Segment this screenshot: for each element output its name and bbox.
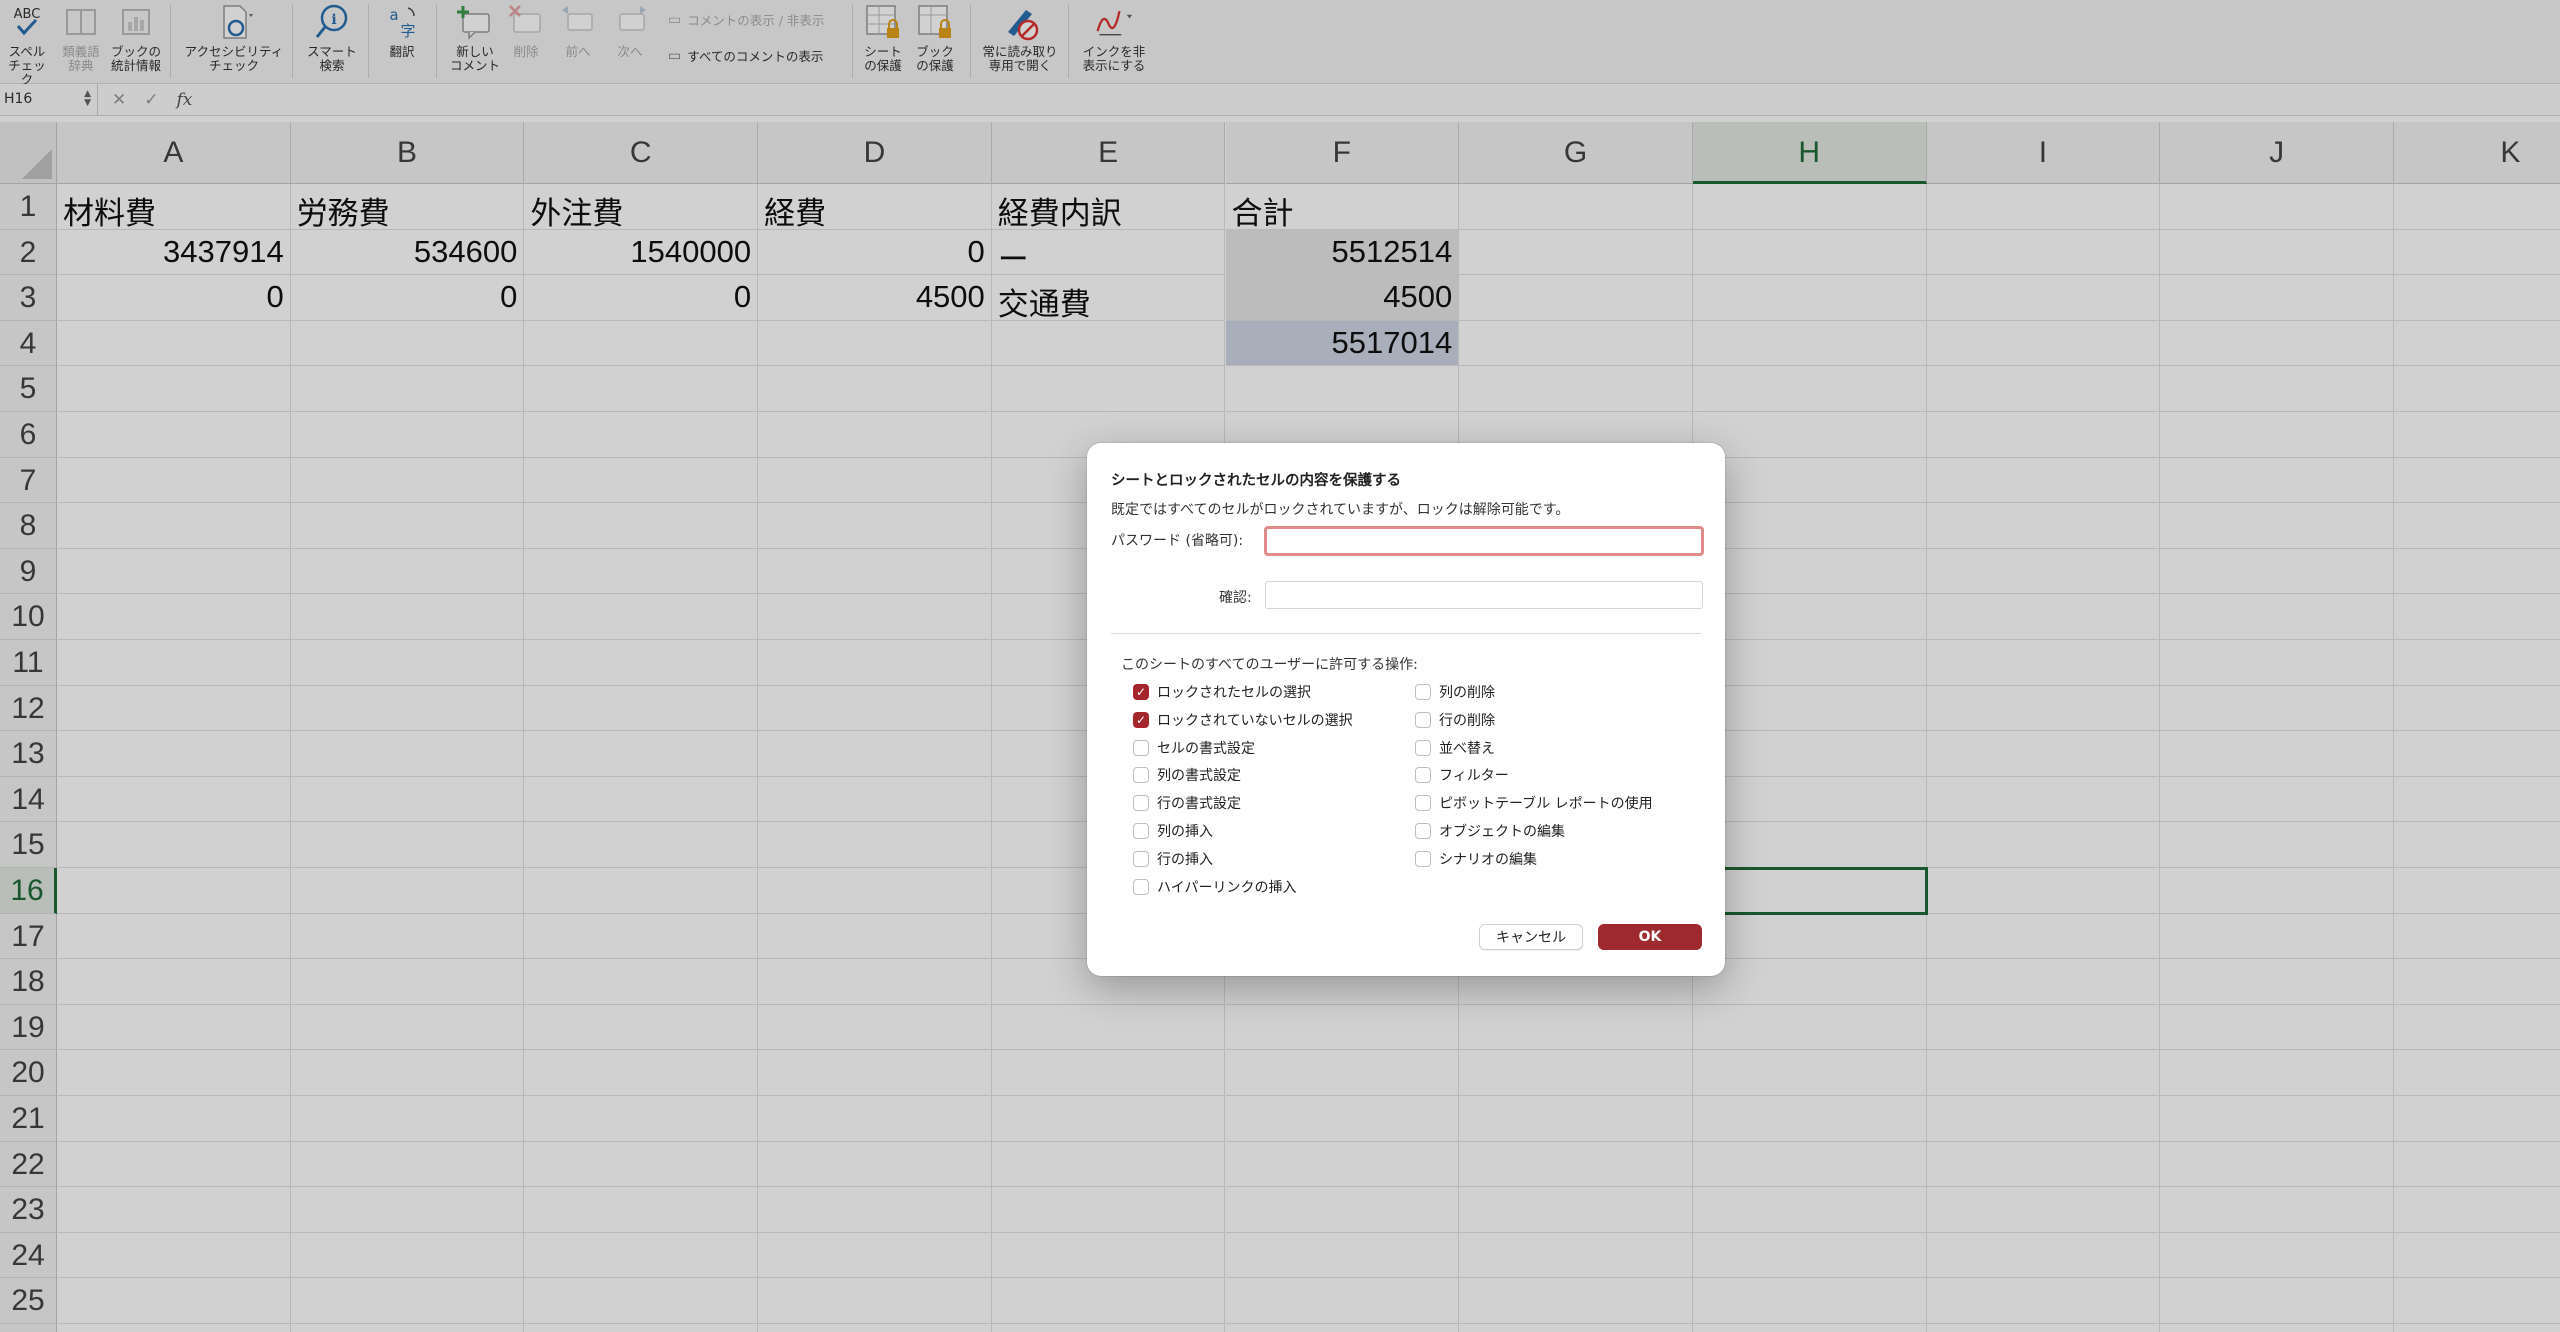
permission-option-label: ピボットテーブル レポートの使用 [1439, 796, 1653, 813]
permission-option-label: 並べ替え [1439, 740, 1495, 757]
permission-option[interactable]: ハイパーリンクの挿入 [1133, 877, 1296, 897]
permission-option-label: シナリオの編集 [1439, 851, 1537, 868]
permission-option[interactable]: オブジェクトの編集 [1415, 821, 1565, 841]
password-label: パスワード (省略可): [1111, 533, 1244, 549]
dialog-description: 既定ではすべてのセルがロックされていますが、ロックは解除可能です。 [1111, 502, 1570, 518]
permission-option-label: フィルター [1439, 768, 1509, 785]
permission-option-label: ハイパーリンクの挿入 [1157, 879, 1297, 896]
checkbox-unchecked-icon[interactable] [1133, 823, 1149, 839]
permission-option-label: ロックされたセルの選択 [1157, 685, 1311, 701]
permission-option-label: セルの書式設定 [1157, 740, 1255, 757]
checkbox-unchecked-icon[interactable] [1133, 795, 1149, 812]
permission-option-label: オブジェクトの編集 [1439, 824, 1565, 840]
permission-option-label: ロックされていないセルの選択 [1157, 712, 1353, 729]
checkbox-unchecked-icon[interactable] [1415, 823, 1431, 839]
password-field[interactable] [1264, 526, 1704, 556]
permission-option[interactable]: セルの書式設定 [1133, 738, 1255, 758]
checkbox-unchecked-icon[interactable] [1415, 767, 1431, 784]
dialog-title: シートとロックされたセルの内容を保護する [1111, 473, 1401, 489]
permission-option-label: 列の書式設定 [1157, 768, 1241, 785]
checkbox-unchecked-icon[interactable] [1133, 850, 1149, 867]
checkbox-unchecked-icon[interactable] [1415, 739, 1431, 756]
checkbox-unchecked-icon[interactable] [1415, 711, 1431, 728]
checkbox-unchecked-icon[interactable] [1133, 739, 1149, 756]
checkbox-unchecked-icon[interactable] [1133, 767, 1149, 784]
dialog-divider [1111, 633, 1701, 634]
confirm-label: 確認: [1219, 590, 1252, 606]
ok-button[interactable]: OK [1598, 924, 1702, 950]
checkbox-unchecked-icon[interactable] [1415, 795, 1431, 812]
permission-option[interactable]: ピボットテーブル レポートの使用 [1415, 793, 1653, 813]
permission-option[interactable]: ✓ ロックされたセルの選択 [1133, 682, 1311, 702]
permission-option-label: 行の削除 [1439, 712, 1495, 729]
checkbox-unchecked-icon[interactable] [1133, 878, 1149, 895]
permissions-label: このシートのすべてのユーザーに許可する操作: [1121, 657, 1418, 673]
checkbox-checked-icon[interactable]: ✓ [1133, 684, 1149, 700]
permission-option[interactable]: 列の挿入 [1133, 821, 1213, 841]
permission-option-label: 列の挿入 [1157, 824, 1213, 840]
permission-option[interactable]: ✓ ロックされていないセルの選択 [1133, 710, 1353, 730]
permission-option[interactable]: 列の削除 [1415, 682, 1495, 702]
checkbox-unchecked-icon[interactable] [1415, 684, 1431, 700]
checkbox-unchecked-icon[interactable] [1415, 850, 1431, 867]
permission-option-label: 行の書式設定 [1157, 796, 1241, 813]
confirm-password-field[interactable] [1265, 581, 1703, 609]
permission-option[interactable]: シナリオの編集 [1415, 849, 1537, 869]
permission-option-label: 行の挿入 [1157, 851, 1213, 868]
permission-option[interactable]: 並べ替え [1415, 738, 1495, 758]
cancel-button[interactable]: キャンセル [1479, 924, 1583, 950]
permission-option[interactable]: 列の書式設定 [1133, 765, 1241, 785]
permission-option[interactable]: 行の書式設定 [1133, 793, 1241, 813]
permission-option[interactable]: 行の挿入 [1133, 849, 1213, 869]
permission-option[interactable]: 行の削除 [1415, 710, 1495, 730]
permission-option[interactable]: フィルター [1415, 765, 1509, 785]
permission-option-label: 列の削除 [1439, 685, 1495, 701]
protect-sheet-dialog: シートとロックされたセルの内容を保護する 既定ではすべてのセルがロックされていま… [1087, 443, 1725, 976]
checkbox-checked-icon[interactable]: ✓ [1133, 711, 1149, 728]
